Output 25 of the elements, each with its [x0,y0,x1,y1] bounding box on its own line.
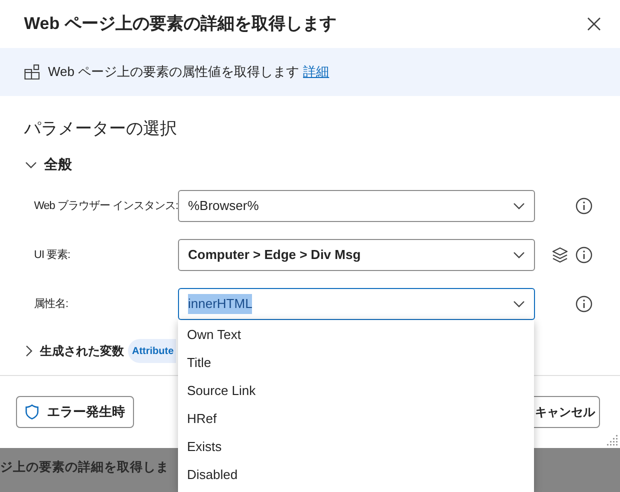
section-title: パラメーターの選択 [24,118,177,140]
general-section-toggle[interactable]: 全般 [24,154,72,175]
dropdown-field[interactable]: %Browser% [178,190,535,222]
dialog-title: Web ページ上の要素の詳細を取得します [24,13,336,36]
field-label: Web ブラウザー インスタンス: [34,198,178,214]
error-handling-button[interactable]: エラー発生時 [16,396,134,428]
info-icon[interactable] [575,295,593,313]
dropdown-option[interactable]: Disabled [178,461,534,489]
info-text: Web ページ上の要素の属性値を取得します [48,63,300,82]
dropdown-option[interactable]: Own Text [178,321,534,349]
dropdown-option[interactable]: Exists [178,433,534,461]
info-icon[interactable] [575,246,593,264]
info-icon[interactable] [575,197,593,215]
shield-icon [25,404,39,420]
layers-icon[interactable] [551,246,569,264]
dropdown-option[interactable]: Title [178,349,534,377]
field-label: 属性名: [34,296,70,312]
variables-section-toggle[interactable]: 生成された変数 [22,342,124,360]
variable-tag[interactable]: Attribute [128,339,176,363]
background-heading: ジ上の要素の詳細を取得しま [0,459,169,476]
dropdown-field[interactable]: Computer > Edge > Div Msg [178,239,535,271]
field-label: UI 要素: [34,248,72,263]
grid-icon [24,64,40,80]
details-link[interactable]: 詳細 [303,62,330,82]
resize-grip-icon[interactable] [606,434,618,446]
